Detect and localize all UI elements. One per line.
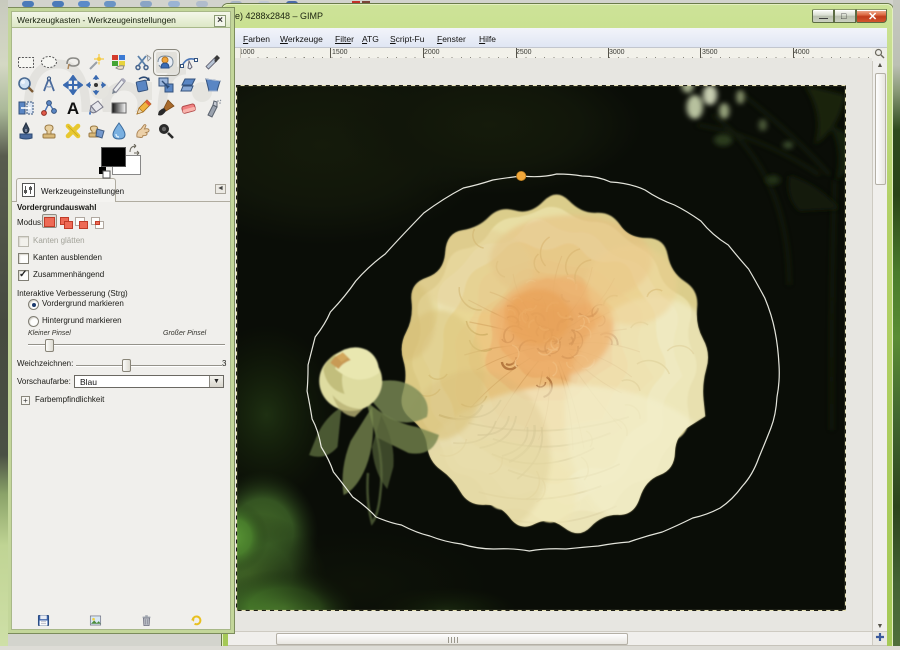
- svg-text:A: A: [67, 99, 79, 118]
